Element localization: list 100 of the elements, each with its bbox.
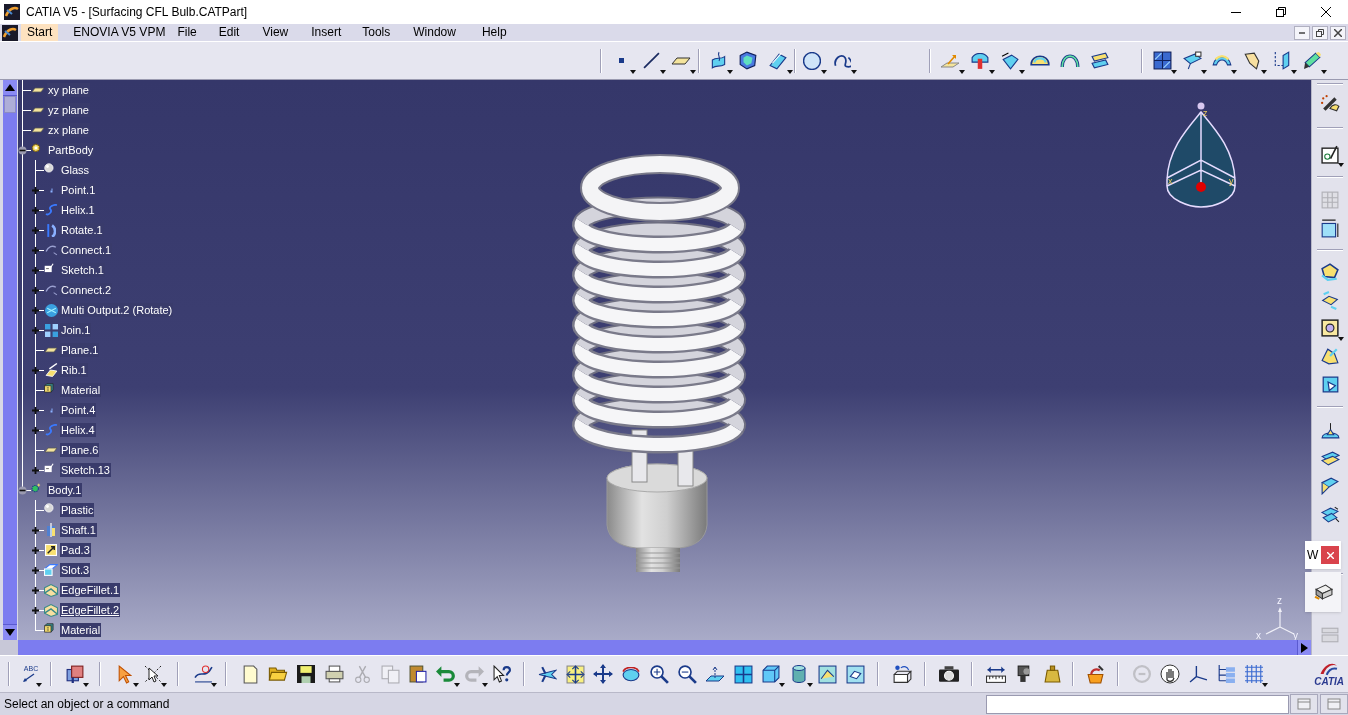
tree-item[interactable]: xy plane (47, 83, 90, 97)
minus-icon[interactable] (18, 146, 27, 155)
fillet-block-icon (44, 583, 58, 597)
close-button[interactable] (1330, 25, 1346, 40)
tree-item[interactable]: Connect.1 (60, 243, 113, 257)
plus-icon[interactable] (31, 606, 40, 615)
close-button[interactable] (1321, 546, 1339, 564)
tree-item[interactable]: Glass (60, 163, 91, 177)
logo-text: CATIA (1314, 675, 1344, 687)
tree-item[interactable]: Connect.2 (60, 283, 113, 297)
scroll-right-button[interactable] (1297, 640, 1311, 655)
minimize-button[interactable] (1294, 25, 1310, 40)
axis-label: y (1229, 176, 1234, 186)
tree-item[interactable]: Body.1 (47, 483, 83, 497)
scroll-up-button[interactable] (3, 80, 17, 96)
table-icon (1321, 191, 1339, 209)
scrollbar-corner (0, 640, 18, 655)
ruler-icon (986, 665, 1006, 683)
tree-item[interactable]: Join.1 (60, 323, 92, 337)
tree-item[interactable]: Slot.3 (60, 563, 91, 577)
plus-icon[interactable] (31, 526, 40, 535)
tree-item[interactable]: Point.1 (60, 183, 97, 197)
plus-icon[interactable] (31, 406, 40, 415)
plane-arrow-icon (705, 666, 725, 682)
tree-item[interactable]: Shaft.1 (60, 523, 97, 537)
tree-item[interactable]: Sketch.13 (60, 463, 111, 477)
tree-item[interactable]: Rotate.1 (60, 223, 104, 237)
airplane-icon (537, 665, 557, 683)
plus-icon[interactable] (31, 546, 40, 555)
plus-icon[interactable] (31, 366, 40, 375)
minimize-icon (1230, 11, 1241, 13)
plus-icon[interactable] (31, 586, 40, 595)
clipboard-icon (409, 665, 427, 683)
cutout-plate-icon (1321, 290, 1339, 310)
tree-item[interactable]: Helix.1 (60, 203, 96, 217)
plane-icon (31, 107, 45, 113)
prism-icon (1321, 263, 1339, 281)
scroll-thumb[interactable] (4, 96, 16, 113)
plus-icon[interactable] (31, 226, 40, 235)
plus-icon[interactable] (31, 326, 40, 335)
plus-icon[interactable] (31, 566, 40, 575)
scroll-down-button[interactable] (3, 624, 17, 640)
tree-item[interactable]: Helix.4 (60, 423, 96, 437)
window-icon (1297, 698, 1311, 710)
tree-item[interactable]: Pad.3 (60, 543, 91, 557)
compass[interactable] (1166, 102, 1236, 208)
tree-item[interactable]: Material (60, 383, 102, 397)
arrow-from-plane-icon (940, 53, 960, 68)
dot-icon (49, 407, 53, 413)
plus-icon[interactable] (31, 206, 40, 215)
tree-item[interactable]: Sketch.1 (60, 263, 105, 277)
minus-icon[interactable] (18, 486, 27, 495)
tree-item[interactable]: Material (60, 623, 102, 637)
plus-icon[interactable] (31, 246, 40, 255)
tree-item[interactable]: Plane.6 (60, 443, 100, 457)
plane-icon (44, 447, 58, 453)
tree-item[interactable]: EdgeFillet.2 (60, 603, 121, 617)
fit-all-icon (565, 664, 585, 684)
fold-surface-icon (1001, 51, 1019, 70)
plus-icon[interactable] (31, 286, 40, 295)
tree-item[interactable]: Point.4 (60, 403, 97, 417)
new-page-icon (242, 664, 258, 684)
vertical-scrollbar[interactable] (3, 80, 17, 640)
plus-icon[interactable] (31, 426, 40, 435)
tree-item[interactable]: PartBody (47, 143, 95, 157)
menu-item[interactable]: Help (475, 24, 513, 41)
projection-icon (1274, 51, 1290, 70)
tree-item[interactable]: yz plane (47, 103, 90, 117)
horizontal-scrollbar[interactable] (18, 640, 1311, 655)
menu-item[interactable]: Edit (212, 24, 246, 41)
slotted-plate-icon (1321, 477, 1339, 495)
plus-icon[interactable] (31, 266, 40, 275)
menu-item[interactable]: Tools (356, 24, 397, 41)
tree-item[interactable]: Plastic (60, 503, 95, 517)
plus-icon[interactable] (31, 306, 40, 315)
plus-icon[interactable] (31, 466, 40, 475)
tree-item[interactable]: EdgeFillet.1 (60, 583, 121, 597)
restore-icon (1275, 7, 1286, 17)
tree-item[interactable]: zx plane (47, 123, 90, 137)
menu-item[interactable]: ENOVIA V5 VPM (67, 24, 172, 41)
tree-item[interactable]: Rib.1 (60, 363, 88, 377)
menu-item[interactable]: View (256, 24, 295, 41)
tree-item[interactable]: Multi Output.2 (Rotate) (60, 303, 174, 317)
undo-icon (436, 666, 456, 682)
menu-item[interactable]: Window (407, 24, 462, 41)
tree-item[interactable]: Plane.1 (60, 343, 100, 357)
menu-item[interactable]: Insert (305, 24, 348, 41)
logo-icon (1320, 661, 1339, 676)
grid-panel-icon (1152, 51, 1172, 70)
menu-item[interactable]: Start (21, 24, 59, 41)
menu-item[interactable]: File (171, 24, 203, 41)
bent-sheet-icon (1244, 51, 1260, 70)
command-field[interactable] (986, 694, 1289, 714)
arc-surface-icon (1212, 55, 1232, 66)
plane-icon (671, 56, 691, 65)
restore-button[interactable] (1312, 25, 1328, 40)
axis-icon (1188, 665, 1208, 683)
plus-icon[interactable] (31, 186, 40, 195)
up-arrow-icon (5, 84, 15, 91)
hole-icon (1321, 319, 1339, 337)
